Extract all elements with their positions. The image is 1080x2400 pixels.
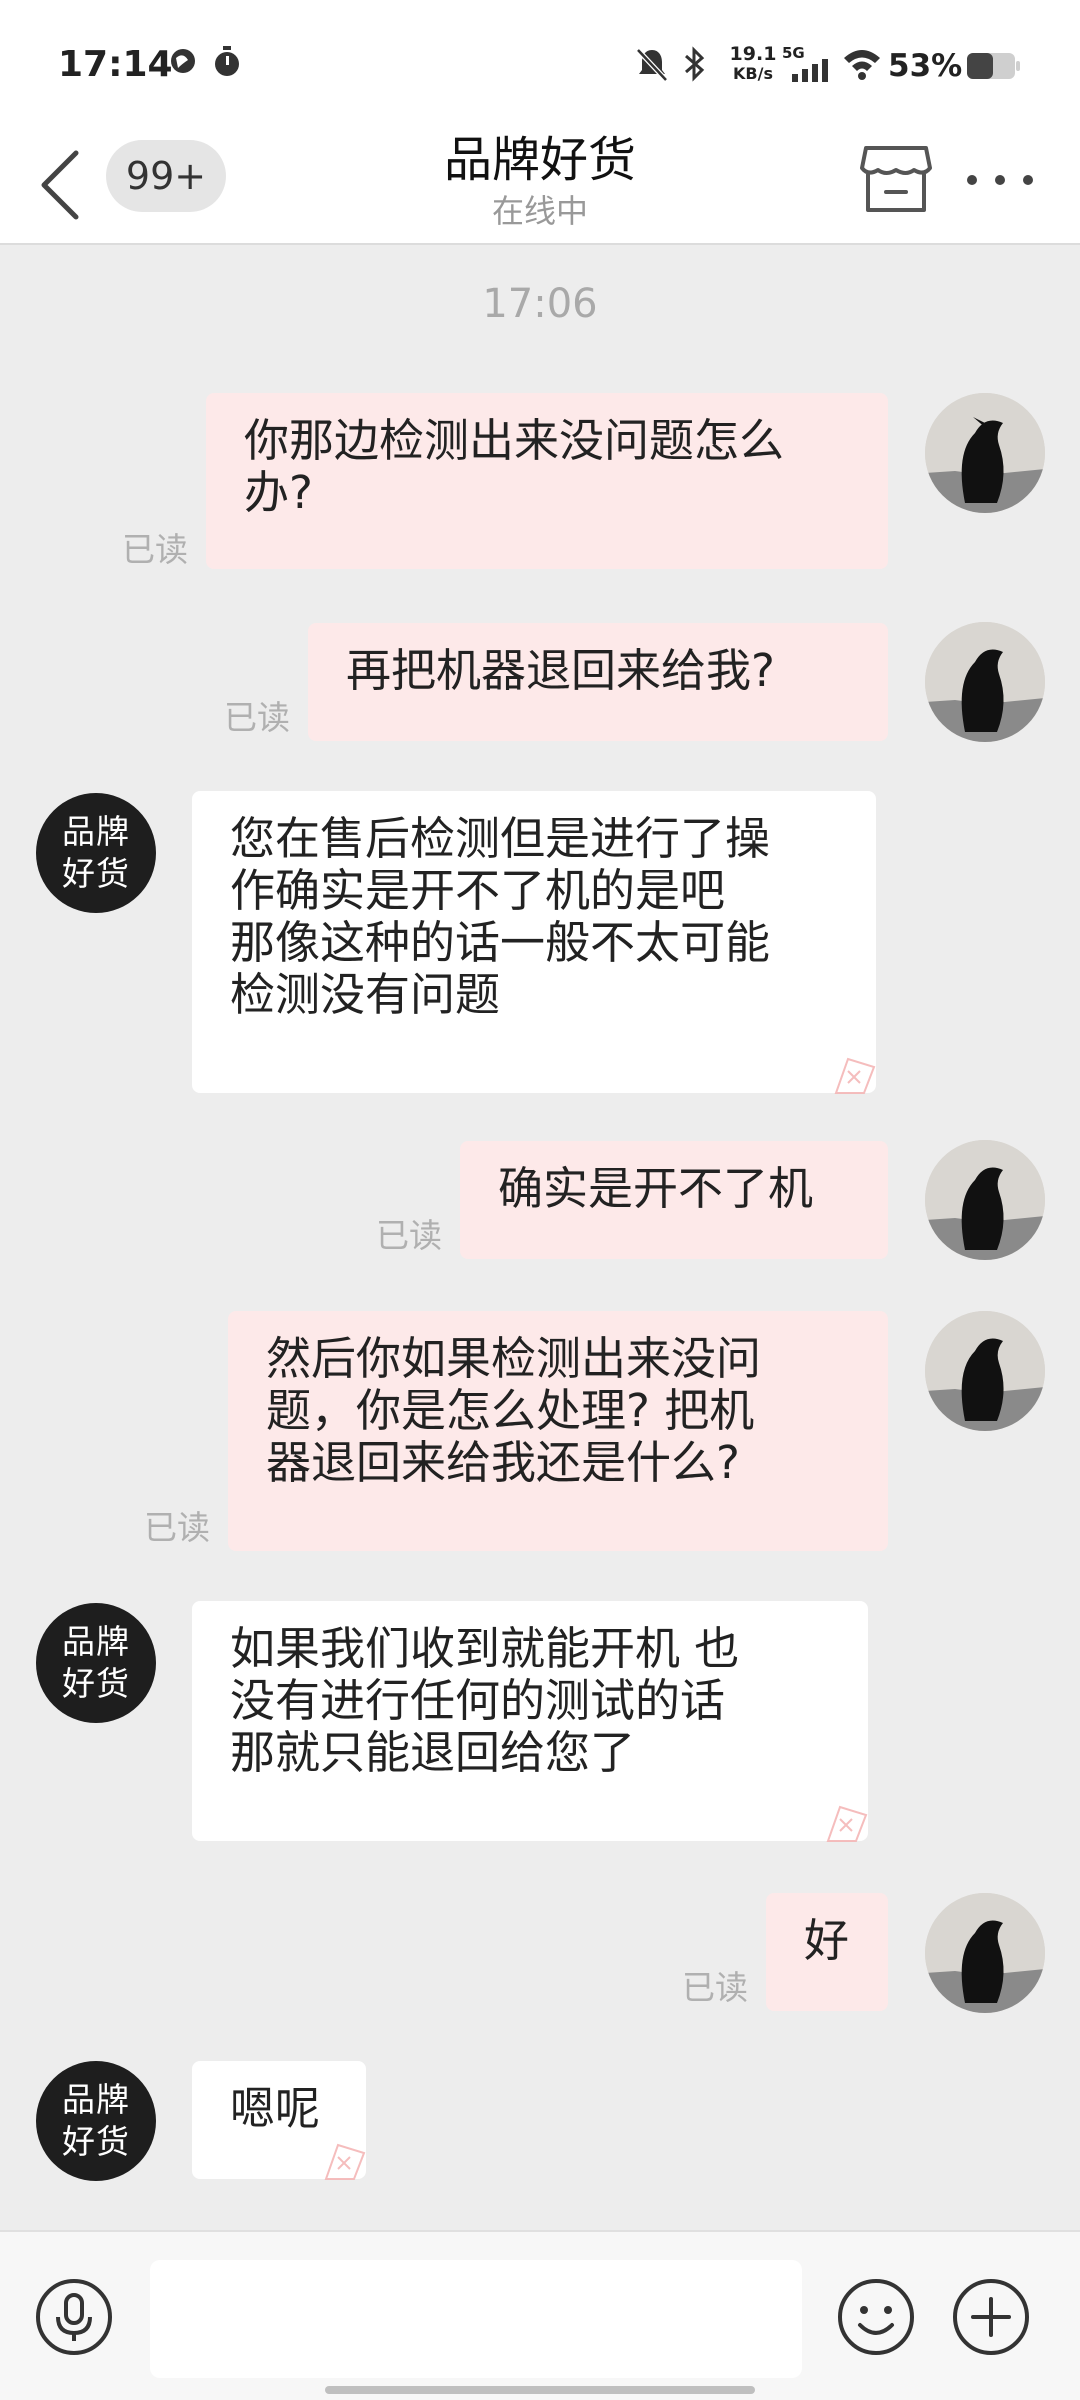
message-bubble[interactable]: 好 [766, 1893, 888, 2011]
unread-badge[interactable]: 99+ [106, 140, 226, 212]
read-status: 已读 [376, 1216, 442, 1255]
shop-avatar[interactable]: 品牌 好货 [36, 2061, 156, 2181]
user-avatar[interactable] [925, 1311, 1045, 1431]
status-bar: 17:14 19.1 KB/s 5G 53% [0, 0, 1080, 130]
chevron-left-icon[interactable] [36, 145, 96, 225]
input-bar [0, 2230, 1080, 2400]
message-bubble[interactable]: 你那边检测出来没问题怎么 办? [206, 393, 888, 569]
user-avatar[interactable] [925, 622, 1045, 742]
emoji-icon[interactable] [836, 2277, 916, 2357]
message-bubble[interactable]: 然后你如果检测出来没问 题，你是怎么处理? 把机 器退回来给我还是什么? [228, 1311, 888, 1551]
read-status: 已读 [682, 1968, 748, 2007]
message-timestamp: 17:06 [482, 281, 598, 327]
microphone-icon[interactable] [34, 2277, 114, 2357]
status-time: 17:14 [58, 44, 173, 85]
wifi-icon [844, 50, 880, 80]
online-status: 在线中 [491, 192, 588, 230]
message-bubble[interactable]: 您在售后检测但是进行了操 作确实是开不了机的是吧 那像这种的话一般不太可能 检测… [192, 791, 876, 1094]
user-avatar[interactable] [925, 393, 1045, 513]
message-bubble[interactable]: 嗯呢 [192, 2061, 366, 2180]
chat-title-area: 品牌好货 在线中 [340, 130, 740, 232]
chat-header: 99+ 品牌好货 在线中 [0, 130, 1080, 245]
mute-bell-icon [636, 48, 668, 82]
battery-percent: 53% [888, 48, 963, 84]
shop-stamp-icon [834, 1057, 876, 1094]
shop-avatar[interactable]: 品牌 好货 [36, 793, 156, 913]
read-status: 已读 [122, 530, 188, 569]
page-title: 品牌好货 [443, 132, 636, 188]
shop-stamp-icon [826, 1805, 868, 1842]
plus-icon[interactable] [951, 2277, 1031, 2357]
message-bubble[interactable]: 确实是开不了机 [460, 1141, 888, 1259]
battery-icon [967, 53, 1020, 79]
message-input[interactable] [150, 2260, 802, 2378]
user-avatar[interactable] [925, 1140, 1045, 1260]
home-indicator[interactable] [325, 2386, 755, 2394]
globe-icon [171, 49, 195, 73]
more-dots-icon[interactable] [960, 150, 1040, 210]
timer-icon [215, 46, 239, 76]
message-bubble[interactable]: 如果我们收到就能开机 也 没有进行任何的测试的话 那就只能退回给您了 [192, 1601, 868, 1842]
user-avatar[interactable] [925, 1893, 1045, 2013]
shop-avatar[interactable]: 品牌 好货 [36, 1603, 156, 1723]
message-bubble[interactable]: 再把机器退回来给我? [308, 623, 888, 741]
signal-icon [792, 59, 828, 82]
network-speed: 19.1 KB/s [729, 43, 777, 83]
read-status: 已读 [144, 1508, 210, 1547]
store-icon[interactable] [858, 140, 934, 216]
bluetooth-icon [685, 46, 705, 82]
shop-stamp-icon [324, 2143, 366, 2180]
read-status: 已读 [224, 698, 290, 737]
message-list[interactable]: 17:06 你那边检测出来没问题怎么 办? 已读 再把机器退回来给我? 已读 品… [0, 245, 1080, 2230]
